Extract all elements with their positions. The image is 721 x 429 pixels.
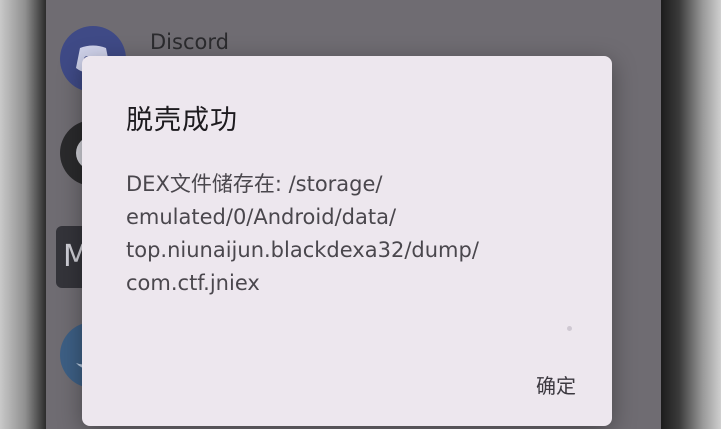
dialog-message-line: top.niunaijun.blackdexa32/dump/ xyxy=(126,238,479,262)
app-label-discord: Discord xyxy=(150,30,229,54)
confirm-button[interactable]: 确定 xyxy=(530,366,582,403)
phone-bezel-left xyxy=(0,0,46,429)
phone-bezel-right xyxy=(661,0,721,429)
alert-dialog: 脱壳成功 DEX文件储存在: /storage/ emulated/0/Andr… xyxy=(82,56,612,426)
dialog-message-line: emulated/0/Android/data/ xyxy=(126,205,397,229)
dialog-message-line: com.ctf.jniex xyxy=(126,271,260,295)
dialog-title: 脱壳成功 xyxy=(126,105,238,136)
dialog-message: DEX文件储存在: /storage/ emulated/0/Android/d… xyxy=(126,168,566,300)
dialog-message-line: DEX文件储存在: /storage/ xyxy=(126,172,383,196)
decorative-dot xyxy=(567,326,572,331)
photo-stage: Discord M 脱壳成功 DEX文件储存在: /storage/ emula… xyxy=(0,0,721,429)
